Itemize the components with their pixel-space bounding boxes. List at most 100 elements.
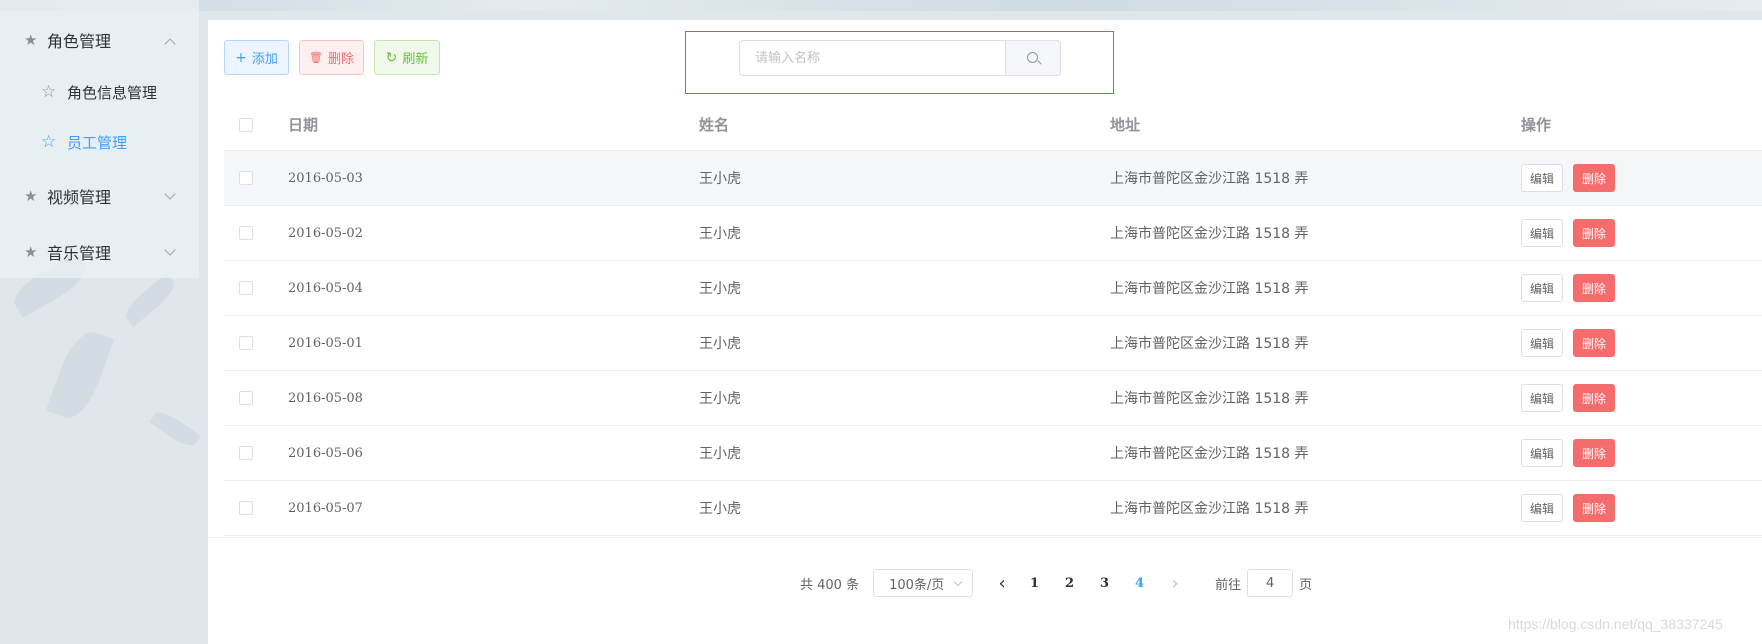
table-header: 日期 姓名 地址 操作 — [224, 99, 1762, 151]
delete-button[interactable]: 🗑 删除 — [299, 40, 364, 75]
row-checkbox[interactable] — [239, 391, 253, 405]
row-checkbox[interactable] — [239, 501, 253, 515]
column-header-name: 姓名 — [699, 116, 730, 134]
page-size-select[interactable]: 100条/页 — [873, 569, 974, 597]
star-icon: ★ — [24, 243, 38, 261]
row-delete-button[interactable]: 删除 — [1573, 274, 1615, 302]
page-number-current[interactable]: 4 — [1122, 569, 1157, 597]
edit-button[interactable]: 编辑 — [1521, 329, 1563, 357]
row-checkbox[interactable] — [239, 336, 253, 350]
cell-date: 2016-05-02 — [288, 225, 363, 241]
column-header-date: 日期 — [288, 116, 319, 134]
cell-name: 王小虎 — [699, 446, 741, 462]
background-leaf — [120, 273, 180, 327]
select-all-checkbox[interactable] — [239, 117, 253, 132]
page-number[interactable]: 3 — [1087, 569, 1122, 597]
table-row: 2016-05-02 王小虎 上海市普陀区金沙江路 1518 弄 编辑 删除 — [224, 206, 1762, 261]
cell-address: 上海市普陀区金沙江路 1518 弄 — [1110, 226, 1309, 242]
row-delete-button[interactable]: 删除 — [1573, 219, 1615, 247]
cell-address: 上海市普陀区金沙江路 1518 弄 — [1110, 391, 1309, 407]
goto-page-input[interactable] — [1247, 569, 1294, 597]
cell-address: 上海市普陀区金沙江路 1518 弄 — [1110, 336, 1309, 352]
star-icon: ★ — [24, 31, 38, 49]
menu-group-music[interactable]: ★ 音乐管理 — [0, 224, 199, 280]
chevron-down-icon — [164, 188, 176, 200]
pagination-total: 共 400 条 — [800, 577, 860, 593]
table-row: 2016-05-08 王小虎 上海市普陀区金沙江路 1518 弄 编辑 删除 — [224, 371, 1762, 426]
cell-name: 王小虎 — [699, 391, 741, 407]
next-page-button[interactable]: › — [1160, 569, 1190, 597]
table-bottom-divider — [208, 537, 1762, 538]
refresh-icon: ↻ — [385, 49, 398, 66]
edit-button[interactable]: 编辑 — [1521, 494, 1563, 522]
cell-date: 2016-05-03 — [288, 170, 363, 186]
table-row: 2016-05-03 王小虎 上海市普陀区金沙江路 1518 弄 编辑 删除 — [224, 151, 1762, 206]
search-button[interactable] — [1005, 40, 1061, 76]
edit-button[interactable]: 编辑 — [1521, 164, 1563, 192]
edit-button[interactable]: 编辑 — [1521, 219, 1563, 247]
add-button-label: 添加 — [251, 52, 278, 67]
page-number[interactable]: 2 — [1052, 569, 1087, 597]
page-number[interactable]: 1 — [1017, 569, 1052, 597]
row-checkbox[interactable] — [239, 226, 253, 240]
delete-button-label: 删除 — [327, 52, 354, 67]
search-icon — [1026, 51, 1038, 63]
column-header-address: 地址 — [1110, 116, 1141, 134]
background-banner — [0, 0, 1762, 11]
cell-date: 2016-05-07 — [288, 500, 363, 516]
cell-name: 王小虎 — [699, 501, 741, 517]
prev-page-button[interactable]: ‹ — [987, 569, 1017, 597]
menu-group-video[interactable]: ★ 视频管理 — [0, 168, 199, 224]
edit-button[interactable]: 编辑 — [1521, 384, 1563, 412]
cell-date: 2016-05-04 — [288, 280, 363, 296]
sidebar-item-role-info[interactable]: ☆ 角色信息管理 — [0, 67, 199, 117]
chevron-down-icon — [164, 244, 176, 256]
edit-button[interactable]: 编辑 — [1521, 439, 1563, 467]
cell-date: 2016-05-08 — [288, 390, 363, 406]
row-delete-button[interactable]: 删除 — [1573, 164, 1615, 192]
background-leaf — [149, 407, 201, 451]
cell-address: 上海市普陀区金沙江路 1518 弄 — [1110, 446, 1309, 462]
employee-table: 日期 姓名 地址 操作 2016-05-03 王小虎 上海市普陀区金沙江路 15… — [224, 99, 1762, 536]
page-size-value: 100条/页 — [889, 577, 945, 593]
sidebar-item-label: 角色信息管理 — [67, 83, 158, 102]
main-panel: + 添加 🗑 删除 ↻ 刷新 日期 姓名 地址 操作 2016-05-03 王小… — [208, 20, 1762, 644]
star-outline-icon: ☆ — [41, 132, 57, 152]
menu-group-role[interactable]: ★ 角色管理 — [0, 12, 199, 68]
trash-icon: 🗑 — [309, 51, 323, 64]
chevron-up-icon — [164, 38, 176, 50]
page-suffix-label: 页 — [1299, 577, 1313, 593]
star-outline-icon: ☆ — [41, 82, 57, 102]
row-delete-button[interactable]: 删除 — [1573, 494, 1615, 522]
plus-icon: + — [235, 49, 247, 66]
cell-name: 王小虎 — [699, 171, 741, 187]
search-highlight-box — [685, 31, 1114, 94]
column-header-actions: 操作 — [1521, 116, 1552, 134]
background-leaf — [45, 325, 115, 425]
row-delete-button[interactable]: 删除 — [1573, 384, 1615, 412]
add-button[interactable]: + 添加 — [224, 40, 289, 75]
table-row: 2016-05-07 王小虎 上海市普陀区金沙江路 1518 弄 编辑 删除 — [224, 481, 1762, 536]
table-row: 2016-05-06 王小虎 上海市普陀区金沙江路 1518 弄 编辑 删除 — [224, 426, 1762, 481]
row-checkbox[interactable] — [239, 281, 253, 295]
cell-name: 王小虎 — [699, 281, 741, 297]
cell-name: 王小虎 — [699, 226, 741, 242]
cell-address: 上海市普陀区金沙江路 1518 弄 — [1110, 281, 1309, 297]
menu-group-label: 视频管理 — [47, 188, 112, 207]
cell-date: 2016-05-06 — [288, 445, 363, 461]
sidebar-item-employee[interactable]: ☆ 员工管理 — [0, 117, 199, 167]
star-icon: ★ — [24, 187, 38, 205]
menu-group-label: 角色管理 — [47, 32, 112, 51]
row-delete-button[interactable]: 删除 — [1573, 329, 1615, 357]
pagination: 共 400 条 100条/页 ‹ 1 2 3 4 › 前往 页 — [800, 569, 1312, 597]
goto-label: 前往 — [1215, 577, 1242, 593]
menu-group-label: 音乐管理 — [47, 244, 112, 263]
refresh-button[interactable]: ↻ 刷新 — [374, 40, 440, 75]
edit-button[interactable]: 编辑 — [1521, 274, 1563, 302]
row-delete-button[interactable]: 删除 — [1573, 439, 1615, 467]
row-checkbox[interactable] — [239, 171, 253, 185]
row-checkbox[interactable] — [239, 446, 253, 460]
search-input[interactable] — [739, 40, 1005, 76]
table-row: 2016-05-01 王小虎 上海市普陀区金沙江路 1518 弄 编辑 删除 — [224, 316, 1762, 371]
cell-name: 王小虎 — [699, 336, 741, 352]
